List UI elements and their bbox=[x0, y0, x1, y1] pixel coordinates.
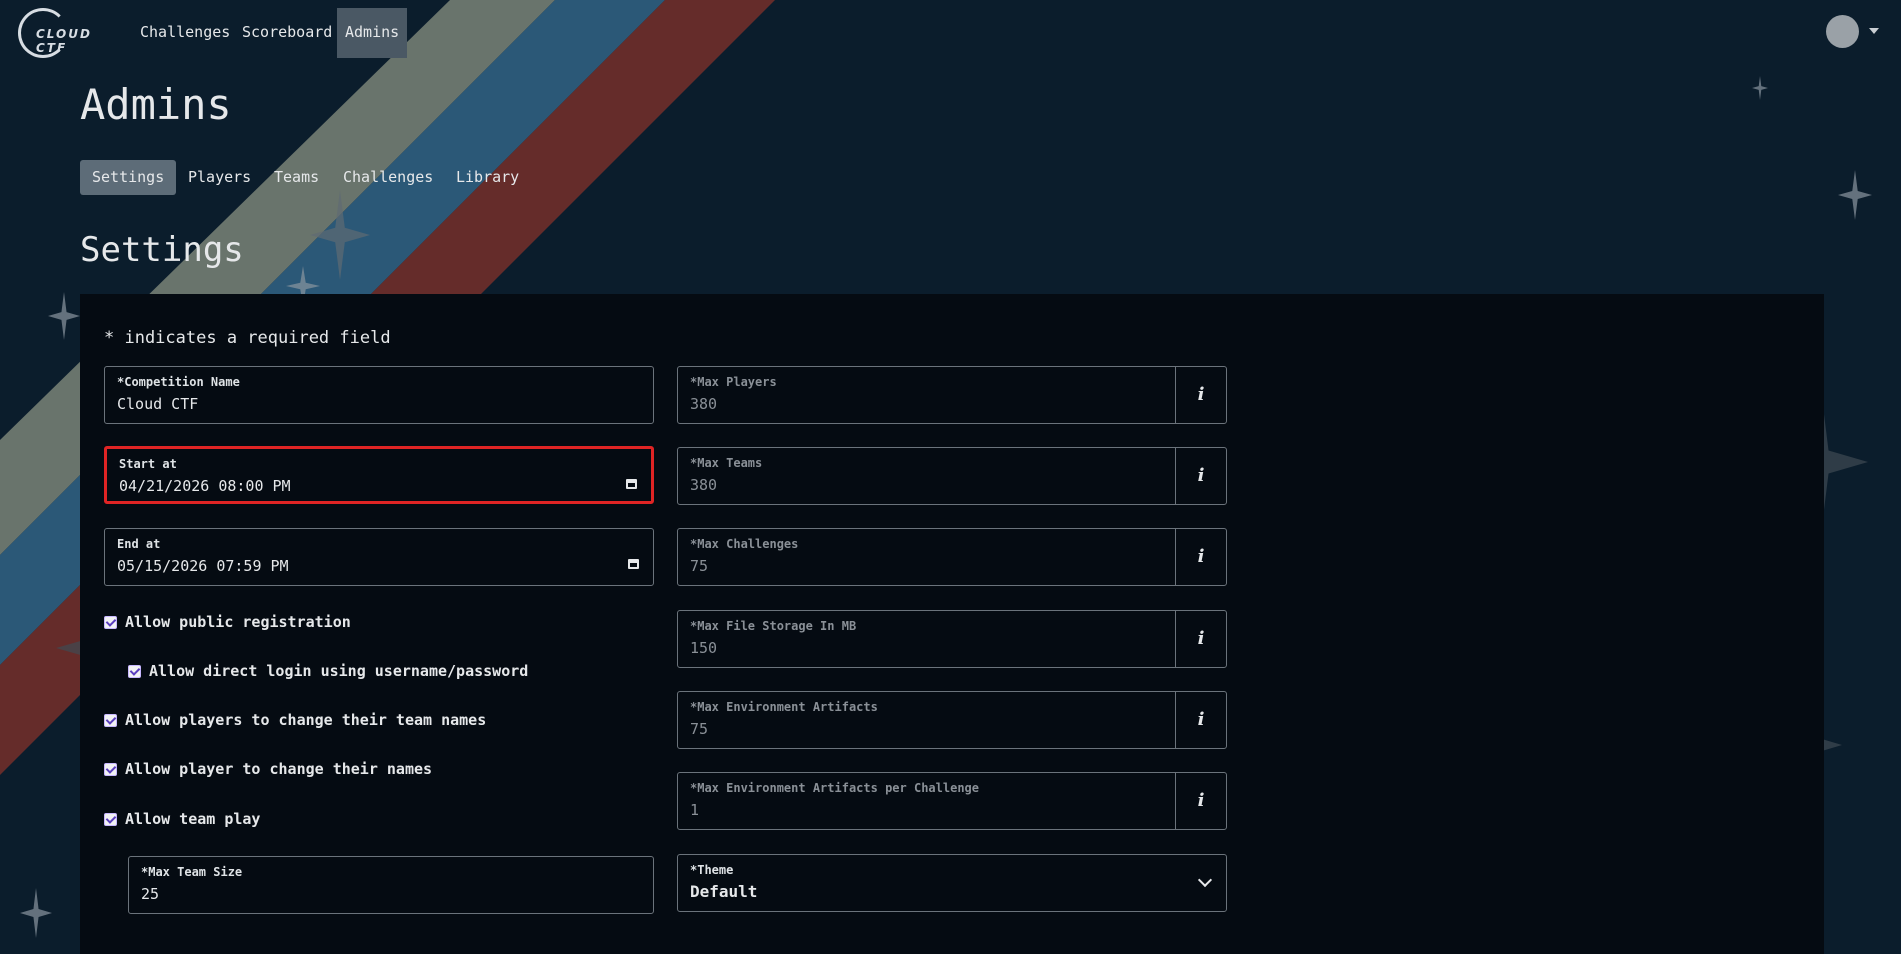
max-teams-label: *Max Teams bbox=[690, 456, 762, 470]
max-file-storage-label-text: Max File Storage In MB bbox=[697, 619, 857, 633]
nav-link-admins[interactable]: Admins bbox=[337, 8, 408, 58]
end-at-field[interactable]: End at bbox=[104, 528, 654, 586]
max-challenges-field: *Max Challenges i bbox=[677, 528, 1227, 586]
tab-settings[interactable]: Settings bbox=[80, 160, 177, 195]
theme-selected-value: Default bbox=[690, 882, 758, 901]
theme-select[interactable]: *Theme Default bbox=[677, 854, 1227, 912]
start-at-label: Start at bbox=[119, 457, 177, 471]
checkbox-public-registration[interactable]: Allow public registration bbox=[104, 612, 351, 632]
checkbox-team-play[interactable]: Allow team play bbox=[104, 809, 260, 829]
chevron-down-icon[interactable] bbox=[1869, 28, 1879, 34]
chevron-down-icon[interactable] bbox=[1197, 872, 1213, 888]
avatar[interactable] bbox=[1826, 15, 1859, 48]
info-icon[interactable]: i bbox=[1175, 692, 1226, 748]
max-teams-input bbox=[690, 476, 1129, 494]
max-team-size-field[interactable]: *Max Team Size bbox=[128, 856, 654, 914]
star-icon bbox=[310, 190, 370, 280]
checkbox-checked-icon[interactable] bbox=[104, 714, 117, 727]
checkbox-label: Allow players to change their team names bbox=[125, 711, 487, 729]
competition-name-label: *Competition Name bbox=[117, 375, 240, 389]
checkbox-checked-icon[interactable] bbox=[104, 763, 117, 776]
max-players-label-text: Max Players bbox=[697, 375, 777, 389]
logo-text: CLOUD CTF bbox=[36, 27, 92, 55]
competition-name-label-text: Competition Name bbox=[124, 375, 240, 389]
max-challenges-label: *Max Challenges bbox=[690, 537, 798, 551]
max-environment-artifacts-field: *Max Environment Artifacts i bbox=[677, 691, 1227, 749]
start-at-field[interactable]: Start at bbox=[104, 446, 654, 504]
max-players-label: *Max Players bbox=[690, 375, 777, 389]
logo[interactable]: CLOUD CTF bbox=[18, 6, 112, 58]
checkbox-checked-icon[interactable] bbox=[104, 616, 117, 629]
page-title: Admins bbox=[80, 80, 232, 129]
tab-players[interactable]: Players bbox=[176, 160, 263, 195]
max-environment-artifacts-label-text: Max Environment Artifacts bbox=[697, 700, 878, 714]
info-icon[interactable]: i bbox=[1175, 529, 1226, 585]
max-environment-artifacts-label: *Max Environment Artifacts bbox=[690, 700, 878, 714]
tab-teams[interactable]: Teams bbox=[262, 160, 331, 195]
start-at-input[interactable] bbox=[119, 477, 555, 495]
max-file-storage-label: *Max File Storage In MB bbox=[690, 619, 856, 633]
checkbox-checked-icon[interactable] bbox=[104, 813, 117, 826]
max-teams-field: *Max Teams i bbox=[677, 447, 1227, 505]
checkbox-label: Allow direct login using username/passwo… bbox=[149, 662, 529, 680]
info-icon[interactable]: i bbox=[1175, 367, 1226, 423]
top-navbar: CLOUD CTF Challenges Scoreboard Admins bbox=[0, 0, 1901, 60]
info-icon[interactable]: i bbox=[1175, 611, 1226, 667]
tab-challenges[interactable]: Challenges bbox=[331, 160, 445, 195]
checkbox-direct-login[interactable]: Allow direct login using username/passwo… bbox=[128, 661, 528, 681]
calendar-icon[interactable] bbox=[626, 479, 637, 489]
nav-link-challenges[interactable]: Challenges bbox=[132, 8, 238, 58]
star-icon bbox=[20, 888, 52, 938]
settings-panel: * indicates a required field *Competitio… bbox=[80, 294, 1824, 954]
max-team-size-label-text: Max Team Size bbox=[148, 865, 243, 879]
max-artifacts-per-challenge-input bbox=[690, 801, 1129, 819]
star-icon bbox=[48, 292, 80, 340]
max-file-storage-field: *Max File Storage In MB i bbox=[677, 610, 1227, 668]
tab-library[interactable]: Library bbox=[444, 160, 531, 195]
checkbox-label: Allow team play bbox=[125, 810, 261, 828]
max-teams-label-text: Max Teams bbox=[697, 456, 763, 470]
max-team-size-input[interactable] bbox=[141, 885, 561, 903]
max-players-field: *Max Players i bbox=[677, 366, 1227, 424]
checkbox-label: Allow public registration bbox=[125, 613, 351, 631]
max-players-input bbox=[690, 395, 1129, 413]
info-icon[interactable]: i bbox=[1175, 773, 1226, 829]
section-title: Settings bbox=[80, 230, 244, 270]
competition-name-input[interactable] bbox=[117, 395, 556, 413]
competition-name-field[interactable]: *Competition Name bbox=[104, 366, 654, 424]
required-field-note: * indicates a required field bbox=[104, 328, 391, 348]
end-at-label: End at bbox=[117, 537, 161, 551]
info-icon[interactable]: i bbox=[1175, 448, 1226, 504]
nav-link-scoreboard[interactable]: Scoreboard bbox=[234, 8, 340, 58]
max-artifacts-per-challenge-field: *Max Environment Artifacts per Challenge… bbox=[677, 772, 1227, 830]
calendar-icon[interactable] bbox=[628, 559, 639, 569]
max-environment-artifacts-input bbox=[690, 720, 1129, 738]
checkbox-change-team-names[interactable]: Allow players to change their team names bbox=[104, 710, 486, 730]
theme-label: *Theme bbox=[690, 863, 733, 877]
max-challenges-label-text: Max Challenges bbox=[697, 537, 799, 551]
max-artifacts-per-challenge-label-text: Max Environment Artifacts per Challenge bbox=[697, 781, 979, 795]
max-artifacts-per-challenge-label: *Max Environment Artifacts per Challenge bbox=[690, 781, 979, 795]
star-icon bbox=[1752, 76, 1768, 100]
checkbox-checked-icon[interactable] bbox=[128, 665, 141, 678]
max-file-storage-input bbox=[690, 639, 1129, 657]
checkbox-change-names[interactable]: Allow player to change their names bbox=[104, 759, 432, 779]
max-challenges-input bbox=[690, 557, 1129, 575]
max-team-size-label: *Max Team Size bbox=[141, 865, 242, 879]
end-at-input[interactable] bbox=[117, 557, 556, 575]
theme-label-text: Theme bbox=[697, 863, 734, 877]
star-icon bbox=[1838, 170, 1872, 220]
checkbox-label: Allow player to change their names bbox=[125, 760, 433, 778]
